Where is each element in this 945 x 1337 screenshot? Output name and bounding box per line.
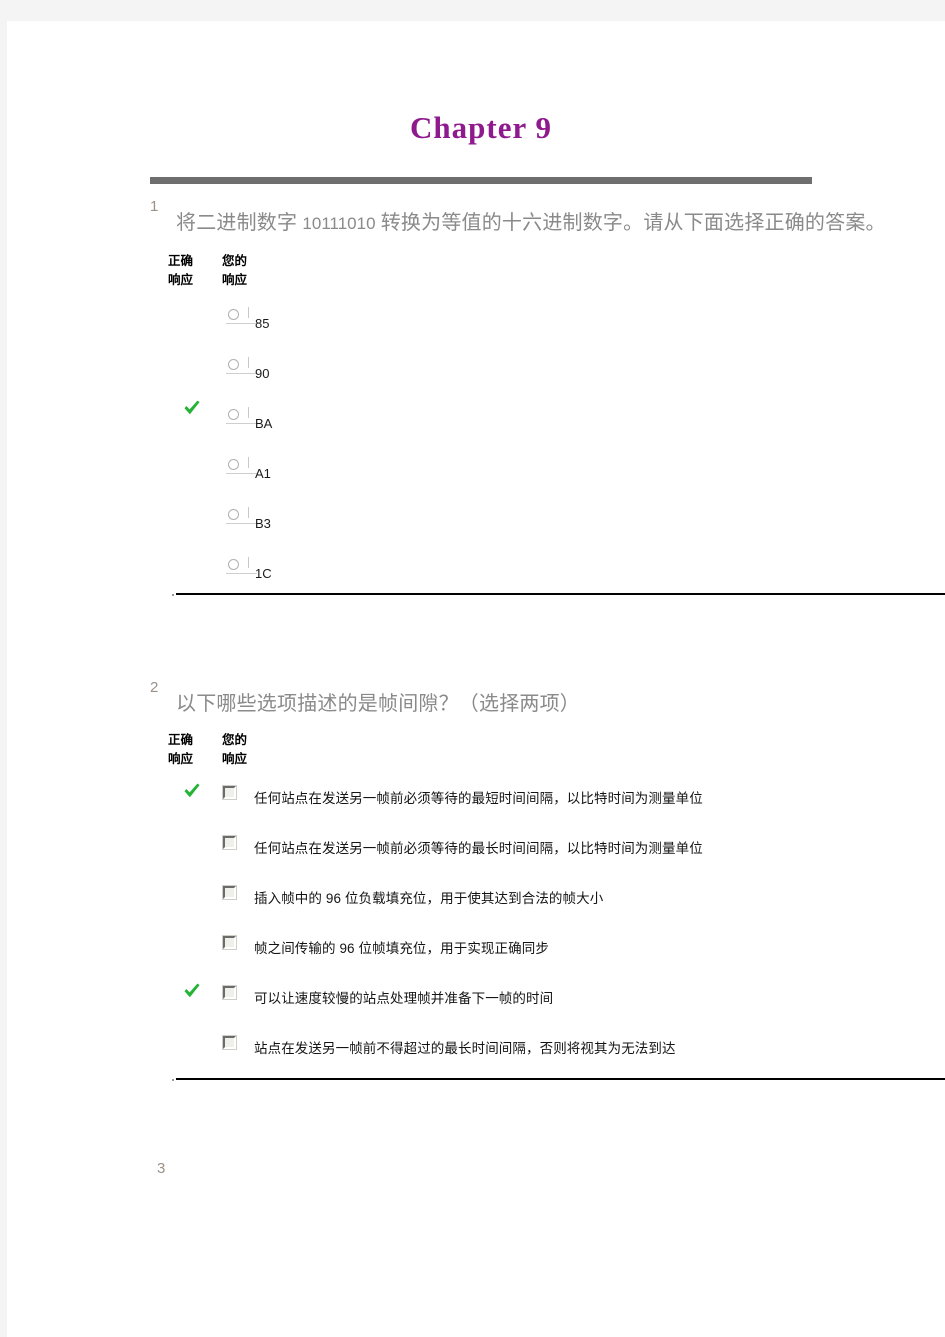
- question-1-divider-dot: [172, 594, 174, 596]
- question-1-binary-value: 10111010: [302, 214, 376, 233]
- question-2-divider: [176, 1078, 945, 1080]
- question-1-option-label-4: A1: [255, 466, 271, 481]
- question-1-text: 将二进制数字 10111010 转换为等值的十六进制数字。请从下面选择正确的答案…: [176, 206, 886, 235]
- radio-circle-icon: [228, 309, 239, 320]
- radio-circle-icon: [228, 409, 239, 420]
- radio-tick-mark: [248, 557, 249, 568]
- radio-circle-icon: [228, 559, 239, 570]
- radio-underline: [226, 323, 257, 324]
- title-divider: [150, 177, 812, 184]
- question-2-option-label-3: 插入帧中的 96 位负载填充位，用于使其达到合法的帧大小: [254, 891, 604, 906]
- question-1-option-label-6: 1C: [255, 566, 272, 581]
- checkbox-option-3[interactable]: [223, 886, 236, 899]
- question-1-option-label-5: B3: [255, 516, 271, 531]
- question-1-option-label-3: BA: [255, 416, 273, 431]
- radio-underline: [226, 573, 257, 574]
- question-1-text-suffix: 转换为等值的十六进制数字。请从下面选择正确的答案。: [375, 212, 886, 234]
- question-1-option-label-1: 85: [255, 316, 270, 331]
- question-2-text: 以下哪些选项描述的是帧间隙？（选择两项）: [176, 693, 580, 715]
- question-1-option-label-2: 90: [255, 366, 270, 381]
- question-2-option-label-1: 任何站点在发送另一帧前必须等待的最短时间间隔，以比特时间为测量单位: [254, 791, 703, 806]
- question-2-option-label-5: 可以让速度较慢的站点处理帧并准备下一帧的时间: [254, 991, 554, 1006]
- question-2-option-label-4: 帧之间传输的 96 位帧填充位，用于实现正确同步: [254, 941, 549, 956]
- radio-underline: [226, 373, 257, 374]
- checkbox-option-6[interactable]: [223, 1036, 236, 1049]
- radio-tick-mark: [248, 457, 249, 468]
- quiz-document: Chapter 9 1 将二进制数字 10111010 转换为等值的十六进制数字…: [0, 0, 945, 1337]
- question-2-correct-response-header: 正确 响应: [168, 733, 194, 766]
- radio-circle-icon: [228, 459, 239, 470]
- question-1-divider: [176, 593, 945, 595]
- question-2-correct-check-icon-1: [182, 781, 202, 801]
- question-2-correct-check-icon-2: [182, 981, 202, 1001]
- checkbox-option-5[interactable]: [223, 986, 236, 999]
- page-title: Chapter 9: [410, 110, 552, 145]
- checkbox-option-1[interactable]: [223, 786, 236, 799]
- question-1-correct-check-icon: [182, 398, 202, 418]
- question-2-number: 2: [150, 679, 159, 696]
- radio-underline: [226, 423, 257, 424]
- radio-tick-mark: [248, 307, 249, 318]
- question-2-divider-dot: [172, 1079, 174, 1081]
- radio-tick-mark: [248, 507, 249, 518]
- question-1-text-prefix: 将二进制数字: [176, 212, 303, 234]
- question-2-option-label-2: 任何站点在发送另一帧前必须等待的最长时间间隔，以比特时间为测量单位: [254, 841, 703, 856]
- radio-circle-icon: [228, 359, 239, 370]
- radio-circle-icon: [228, 509, 239, 520]
- radio-tick-mark: [248, 407, 249, 418]
- question-2-your-response-header: 您的 响应: [222, 733, 248, 766]
- checkbox-option-2[interactable]: [223, 836, 236, 849]
- question-3-number: 3: [157, 1160, 166, 1177]
- question-1-correct-response-header: 正确 响应: [168, 254, 194, 287]
- question-2-option-label-6: 站点在发送另一帧前不得超过的最长时间间隔，否则将视其为无法到达: [254, 1041, 676, 1056]
- radio-tick-mark: [248, 357, 249, 368]
- question-1-your-response-header: 您的 响应: [222, 254, 248, 287]
- question-1-number: 1: [150, 198, 159, 215]
- radio-underline: [226, 473, 257, 474]
- radio-underline: [226, 523, 257, 524]
- checkbox-option-4[interactable]: [223, 936, 236, 949]
